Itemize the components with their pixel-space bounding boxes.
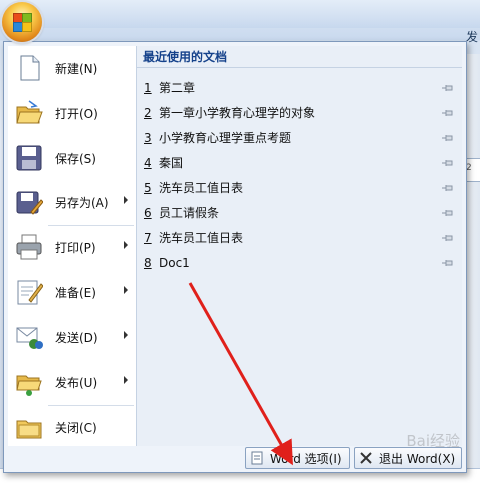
save-as-icon — [15, 188, 44, 216]
recent-doc-item[interactable]: 5 洗车员工值日表 — [137, 176, 462, 201]
menu-item-save[interactable]: 保存(S) — [8, 138, 136, 178]
recent-doc-name: Doc1 — [159, 256, 190, 270]
menu-item-send[interactable]: 发送(D) — [8, 317, 136, 357]
watermark-text: Bai经验 — [406, 432, 460, 450]
menu-separator — [48, 405, 134, 406]
menu-item-print[interactable]: 打印(P) — [8, 227, 136, 267]
recent-doc-number: 7 — [144, 231, 152, 245]
menu-item-save-label: 保存(S) — [55, 151, 96, 166]
pin-icon[interactable] — [442, 134, 454, 142]
submenu-arrow-icon — [124, 196, 128, 204]
menu-item-close[interactable]: 关闭(C) — [8, 407, 136, 447]
recent-doc-number: 8 — [144, 256, 152, 270]
recent-doc-item[interactable]: 6 员工请假条 — [137, 201, 462, 226]
recent-doc-name: 第二章 — [159, 81, 196, 95]
menu-commands-pane: 新建(N) 打开(O) 保存(S) 另存为(A) 打印(P) 准备(E) 发送(… — [8, 46, 137, 446]
office-logo-icon — [13, 13, 32, 32]
background-tab-fragment: 发 — [465, 30, 478, 44]
pin-icon[interactable] — [442, 234, 454, 242]
menu-item-open-label: 打开(O) — [55, 106, 98, 121]
printer-icon — [15, 233, 43, 261]
send-icon — [15, 323, 43, 351]
menu-item-save-as[interactable]: 另存为(A) — [8, 182, 136, 222]
prepare-icon — [15, 278, 44, 306]
recent-doc-name: 秦国 — [159, 156, 184, 170]
recent-doc-item[interactable]: 8 Doc1 — [137, 251, 462, 276]
recent-doc-number: 1 — [144, 81, 152, 95]
pin-icon[interactable] — [442, 109, 454, 117]
office-button[interactable] — [2, 2, 42, 42]
recent-documents-pane: 最近使用的文档 1 第二章 2 第一章小学教育心理学的对象 3 小学教育心理学重… — [137, 46, 462, 446]
publish-icon — [15, 368, 43, 396]
recent-doc-item[interactable]: 3 小学教育心理学重点考题 — [137, 126, 462, 151]
menu-item-open[interactable]: 打开(O) — [8, 93, 136, 133]
word-options-button[interactable]: Word 选项(I) — [245, 447, 350, 469]
close-x-icon — [359, 451, 373, 465]
submenu-arrow-icon — [124, 376, 128, 384]
ribbon-title-area — [0, 0, 480, 28]
recent-doc-number: 2 — [144, 106, 152, 120]
recent-doc-number: 6 — [144, 206, 152, 220]
options-icon — [250, 451, 264, 465]
pin-icon[interactable] — [442, 259, 454, 267]
menu-item-publish-label: 发布(U) — [55, 375, 98, 390]
recent-doc-name: 员工请假条 — [159, 206, 220, 220]
recent-doc-item[interactable]: 1 第二章 — [137, 76, 462, 101]
recent-doc-name: 小学教育心理学重点考题 — [159, 131, 292, 145]
save-disk-icon — [15, 144, 43, 172]
recent-doc-item[interactable]: 7 洗车员工值日表 — [137, 226, 462, 251]
pin-icon[interactable] — [442, 209, 454, 217]
pin-icon[interactable] — [442, 84, 454, 92]
new-document-icon — [15, 54, 43, 82]
recent-doc-item[interactable]: 2 第一章小学教育心理学的对象 — [137, 101, 462, 126]
submenu-arrow-icon — [124, 286, 128, 294]
menu-item-close-label: 关闭(C) — [55, 420, 97, 435]
menu-item-prepare-label: 准备(E) — [55, 285, 96, 300]
submenu-arrow-icon — [124, 241, 128, 249]
recent-doc-item[interactable]: 4 秦国 — [137, 151, 462, 176]
menu-item-send-label: 发送(D) — [55, 330, 98, 345]
recent-doc-number: 3 — [144, 131, 152, 145]
menu-bottom-bar: Word 选项(I) 退出 Word(X) — [8, 447, 462, 469]
word-options-label: Word 选项(I) — [270, 451, 342, 466]
menu-item-save-as-label: 另存为(A) — [55, 195, 109, 210]
recent-doc-name: 洗车员工值日表 — [159, 181, 244, 195]
menu-separator — [48, 225, 134, 226]
menu-item-publish[interactable]: 发布(U) — [8, 362, 136, 402]
menu-item-new-label: 新建(N) — [55, 61, 98, 76]
menu-item-new[interactable]: 新建(N) — [8, 48, 136, 88]
menu-item-prepare[interactable]: 准备(E) — [8, 272, 136, 312]
pin-icon[interactable] — [442, 159, 454, 167]
recent-documents-header: 最近使用的文档 — [137, 46, 462, 68]
recent-doc-name: 第一章小学教育心理学的对象 — [159, 106, 316, 120]
pin-icon[interactable] — [442, 184, 454, 192]
close-folder-icon — [15, 413, 43, 441]
open-folder-icon — [15, 99, 43, 127]
office-menu: 新建(N) 打开(O) 保存(S) 另存为(A) 打印(P) 准备(E) 发送(… — [3, 41, 467, 473]
menu-item-print-label: 打印(P) — [55, 240, 96, 255]
submenu-arrow-icon — [124, 331, 128, 339]
exit-word-label: 退出 Word(X) — [379, 451, 456, 466]
recent-doc-name: 洗车员工值日表 — [159, 231, 244, 245]
recent-doc-number: 4 — [144, 156, 152, 170]
recent-doc-number: 5 — [144, 181, 152, 195]
